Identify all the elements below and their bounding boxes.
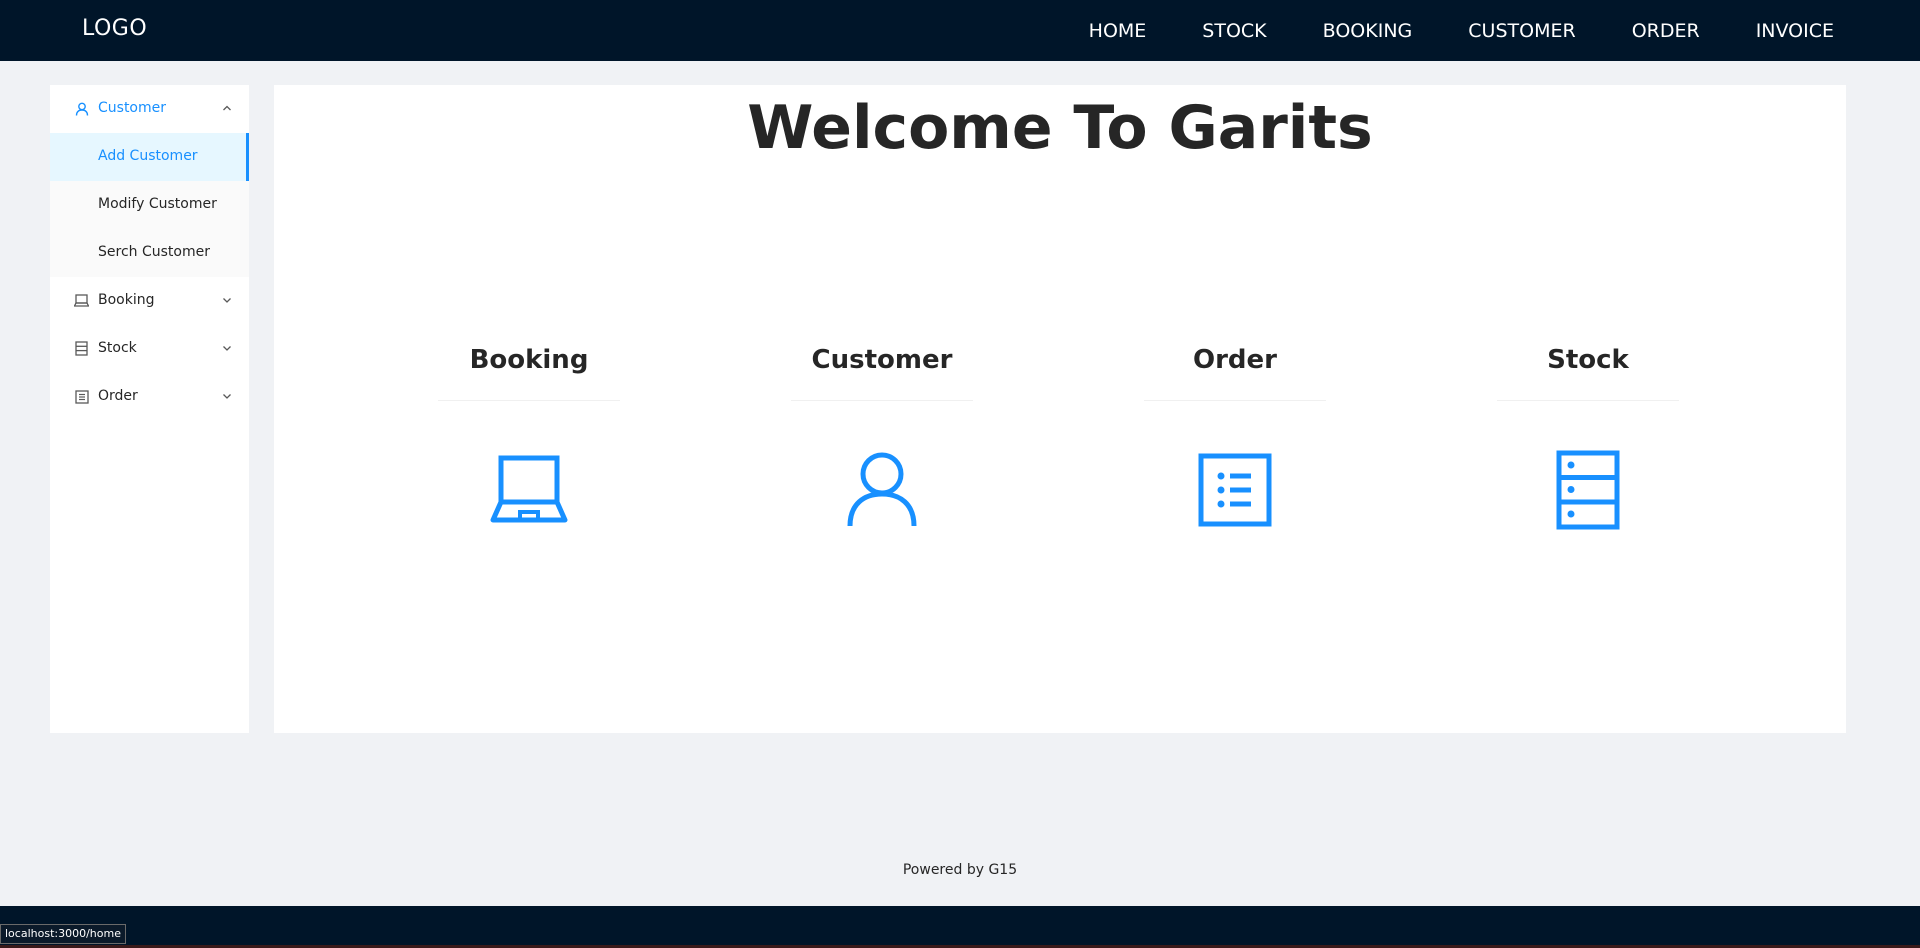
chevron-down-icon	[223, 346, 231, 351]
sidebar-item-serch-customer[interactable]: Serch Customer	[50, 229, 249, 277]
card-title: Customer	[811, 345, 953, 375]
main-content: Welcome To Garits Booking Customer Order…	[274, 85, 1846, 733]
sidebar-item-label: Serch Customer	[98, 244, 210, 260]
stock-card: Stock	[1495, 345, 1681, 565]
divider	[791, 400, 973, 401]
nav-order[interactable]: ORDER	[1632, 20, 1700, 42]
top-nav: HOME STOCK BOOKING CUSTOMER ORDER INVOIC…	[1089, 0, 1920, 61]
chevron-up-icon	[223, 105, 231, 111]
taskbar	[0, 906, 1920, 948]
profile-icon	[74, 389, 89, 404]
sidebar-item-add-customer[interactable]: Add Customer	[50, 133, 249, 181]
nav-customer[interactable]: CUSTOMER	[1468, 20, 1575, 42]
nav-home[interactable]: HOME	[1089, 20, 1147, 42]
divider	[1144, 400, 1326, 401]
sidebar-item-order[interactable]: Order	[50, 373, 249, 421]
customer-submenu: Add Customer Modify Customer Serch Custo…	[50, 133, 249, 277]
page-title: Welcome To Garits	[747, 93, 1373, 163]
customer-card: Customer	[789, 345, 975, 565]
chevron-down-icon	[223, 298, 231, 303]
divider	[438, 400, 620, 401]
sidebar-item-label: Add Customer	[98, 148, 198, 164]
sidebar-item-label: Booking	[98, 292, 155, 308]
database-icon	[74, 341, 89, 356]
nav-booking[interactable]: BOOKING	[1323, 20, 1413, 42]
logo[interactable]: LOGO	[82, 16, 147, 41]
user-icon	[74, 101, 89, 116]
laptop-icon	[74, 293, 89, 308]
sidebar-item-booking[interactable]: Booking	[50, 277, 249, 325]
booking-card: Booking	[436, 345, 622, 565]
footer-text: Powered by G15	[902, 862, 1018, 878]
order-card: Order	[1142, 345, 1328, 565]
sidebar-item-modify-customer[interactable]: Modify Customer	[50, 181, 249, 229]
sidebar-item-stock[interactable]: Stock	[50, 325, 249, 373]
nav-invoice[interactable]: INVOICE	[1756, 20, 1834, 42]
laptop-icon[interactable]	[489, 450, 569, 530]
user-icon[interactable]	[842, 450, 922, 530]
database-icon[interactable]	[1548, 450, 1628, 530]
profile-icon[interactable]	[1195, 450, 1275, 530]
sidebar-item-label: Stock	[98, 340, 137, 356]
nav-stock[interactable]: STOCK	[1202, 20, 1266, 42]
card-title: Order	[1193, 345, 1277, 375]
divider	[1497, 400, 1679, 401]
card-title: Stock	[1547, 345, 1629, 375]
card-title: Booking	[469, 345, 589, 375]
sidebar-item-customer[interactable]: Customer	[50, 85, 249, 133]
chevron-down-icon	[223, 394, 231, 399]
sidebar-item-label: Modify Customer	[98, 196, 217, 212]
sidebar: Customer Add Customer Modify Customer Se…	[50, 85, 249, 733]
sidebar-item-label: Customer	[98, 100, 167, 116]
sidebar-item-label: Order	[98, 388, 138, 404]
status-url-tooltip: localhost:3000/home	[0, 924, 126, 944]
top-header: LOGO HOME STOCK BOOKING CUSTOMER ORDER I…	[0, 0, 1920, 61]
